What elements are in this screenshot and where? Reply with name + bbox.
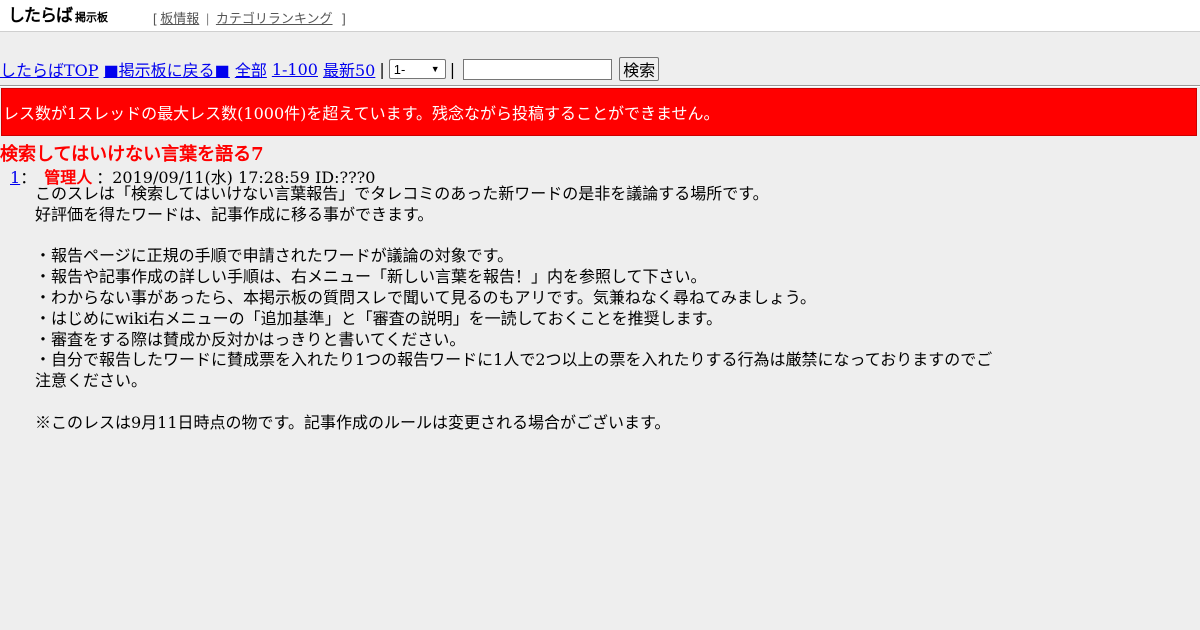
- post-line: 注意ください。: [35, 371, 148, 391]
- post-line: 好評価を得たワードは、記事作成に移る事ができます。: [35, 204, 434, 224]
- range-select-value: 1-: [393, 61, 406, 77]
- latest-50-link[interactable]: 最新50: [323, 57, 375, 81]
- nav-separator: |: [379, 59, 385, 79]
- post-line: ・審査をする際は賛成か反対かはっきりと書いてください。: [35, 329, 466, 349]
- divider: [0, 85, 1200, 87]
- back-to-board-link[interactable]: ■掲示板に戻る■: [104, 57, 230, 81]
- chevron-down-icon: ▼: [430, 64, 440, 74]
- range-1-100-link[interactable]: 1-100: [272, 60, 318, 79]
- post-line: ※このレスは9月11日時点の物です。記事作成のルールは変更される場合がございます…: [35, 412, 671, 432]
- bracket-close: ]: [342, 11, 346, 26]
- search-input[interactable]: [463, 58, 613, 80]
- thread-nav: したらばTOP ■掲示板に戻る■ 全部 1-100 最新50 | 1- ▼ | …: [0, 56, 1200, 82]
- post-colon: ：: [20, 168, 37, 187]
- post-line: ・報告や記事作成の詳しい手順は、右メニュー「新しい言葉を報告！」内を参照して下さ…: [35, 267, 707, 287]
- bracket-open: [: [153, 11, 157, 26]
- search-button[interactable]: 検索: [619, 57, 660, 81]
- post-line: ・報告ページに正規の手順で申請されたワードが議論の対象です。: [35, 246, 514, 266]
- post-line: ・わからない事があったら、本掲示板の質問スレで聞いて見るのもアリです。気兼ねなく…: [35, 287, 816, 307]
- header-nav: [ 板情報 | カテゴリランキング ]: [153, 8, 346, 27]
- header-separator: |: [205, 11, 210, 26]
- show-all-link[interactable]: 全部: [235, 57, 267, 81]
- site-header: したらば 掲示板 [ 板情報 | カテゴリランキング ]: [0, 0, 1200, 32]
- logo-sub-text: 掲示板: [75, 11, 108, 24]
- thread-title: 検索してはいけない言葉を語る7: [0, 144, 264, 165]
- site-logo[interactable]: したらば 掲示板: [8, 6, 108, 26]
- post-number-link[interactable]: 1: [10, 168, 20, 187]
- post-line: このスレは「検索してはいけない言葉報告」でタレコミのあった新ワードの是非を議論す…: [35, 184, 769, 203]
- post-line: ・自分で報告したワードに賛成票を入れたり1つの報告ワードに1人で2つ以上の票を入…: [35, 350, 993, 370]
- category-ranking-link[interactable]: カテゴリランキング: [216, 11, 333, 26]
- range-select[interactable]: 1- ▼: [388, 59, 446, 79]
- warning-text: レス数が1スレッドの最大レス数(1000件)を超えています。残念ながら投稿するこ…: [3, 104, 720, 123]
- logo-main-text: したらば: [8, 6, 73, 26]
- post-line: ・はじめにwiki右メニューの「追加基準」と「審査の説明」を一読しておくことを推…: [35, 308, 723, 328]
- post-line-blank: [35, 392, 995, 413]
- thread-full-warning: レス数が1スレッドの最大レス数(1000件)を超えています。残念ながら投稿するこ…: [1, 88, 1197, 136]
- shitaraba-top-link[interactable]: したらばTOP: [0, 57, 99, 81]
- post-body: このスレは「検索してはいけない言葉報告」でタレコミのあった新ワードの是非を議論す…: [35, 184, 995, 434]
- nav-separator: |: [449, 59, 456, 79]
- post-line-blank: [35, 226, 995, 247]
- board-info-link[interactable]: 板情報: [160, 11, 199, 26]
